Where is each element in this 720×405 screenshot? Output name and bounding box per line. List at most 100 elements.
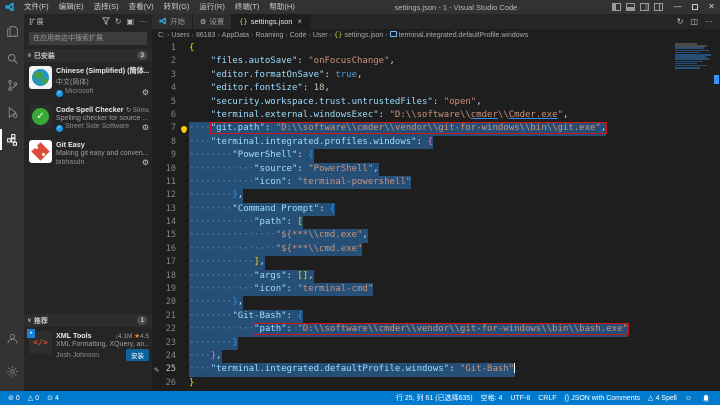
more-actions-icon[interactable]: ···: [139, 18, 147, 26]
explorer-icon[interactable]: [0, 18, 24, 45]
status-bell-icon[interactable]: [698, 391, 716, 405]
status-warning-icon[interactable]: △ 0: [24, 391, 43, 405]
more-actions-icon[interactable]: ···: [705, 17, 713, 26]
code-line[interactable]: 11 ············"icon": "terminal-powershe…: [152, 175, 720, 190]
status-info-icon[interactable]: ⊙ 4: [43, 391, 63, 405]
status-text[interactable]: 空格: 4: [477, 391, 507, 405]
code-line[interactable]: 22 ············"path": "D:\\software\\cmd…: [152, 323, 720, 337]
clear-icon[interactable]: ▣: [126, 18, 134, 26]
manage-gear-icon[interactable]: ⚙: [142, 123, 149, 132]
code-line[interactable]: 17 ············],: [152, 256, 720, 270]
overview-ruler[interactable]: [712, 41, 720, 391]
minimap[interactable]: [675, 43, 711, 69]
extension-item[interactable]: </> ★ XML Tools ↓4.1M ★4.5 XML Formatting, X…: [24, 327, 152, 365]
code-line[interactable]: 5 "security.workspace.trust.untrustedFil…: [152, 96, 720, 109]
manage-gear-icon[interactable]: ⚙: [142, 158, 149, 167]
source-control-icon[interactable]: [0, 72, 24, 99]
status-text[interactable]: UTF-8: [506, 391, 534, 405]
extensions-search-input[interactable]: [29, 32, 147, 45]
code-line[interactable]: 23 ········}: [152, 336, 720, 350]
code-line[interactable]: 15 ················"${***\\cmd.exe",: [152, 229, 720, 243]
code-area[interactable]: 1{2 "files.autoSave": "onFocusChange", 3 …: [152, 41, 720, 391]
extensions-icon[interactable]: [0, 126, 24, 153]
split-editor-icon[interactable]: ◫: [690, 17, 698, 26]
code-line[interactable]: 13 ········"Command Prompt": {: [152, 202, 720, 217]
toggle-sidebar-icon[interactable]: [612, 3, 621, 11]
tab-settings.json[interactable]: {} settings.json ×: [232, 14, 311, 29]
menu-item[interactable]: 编辑(E): [54, 0, 89, 14]
status-text[interactable]: 行 25, 列 61 (已选择635): [392, 391, 477, 405]
status-warning-icon[interactable]: △ 4 Spell: [644, 391, 681, 405]
menu-item[interactable]: 帮助(H): [264, 0, 299, 14]
account-icon[interactable]: [0, 325, 24, 352]
section-header-推荐[interactable]: ∨ 推荐 1: [24, 314, 152, 327]
status-text[interactable]: CRLF: [534, 391, 560, 405]
breadcrumb-item[interactable]: terminal.integrated.defaultProfile.windo…: [389, 31, 528, 39]
menu-item[interactable]: 终端(T): [230, 0, 265, 14]
code-line[interactable]: 20 ········},: [152, 296, 720, 310]
minimize-button[interactable]: —: [669, 0, 686, 14]
menu-item[interactable]: 转到(G): [159, 0, 195, 14]
code-line[interactable]: 10 ············"source": "PowerShell",: [152, 162, 720, 176]
code-line[interactable]: 9 ········"PowerShell": {: [152, 149, 720, 163]
token: ················: [189, 243, 276, 254]
code-line[interactable]: 4 "editor.fontSize": 18,: [152, 82, 720, 95]
toggle-secondary-sidebar-icon[interactable]: [640, 3, 649, 11]
restore-button[interactable]: [686, 0, 703, 14]
code-line[interactable]: 19 ············"icon": "terminal-cmd": [152, 283, 720, 297]
filter-icon[interactable]: [101, 17, 110, 27]
settings-gear-icon[interactable]: [0, 358, 24, 385]
extension-item[interactable]: ✓ Code Spell Checker ↻ 50ms Spelling checke…: [24, 101, 152, 136]
open-changes-icon[interactable]: ↻: [677, 17, 684, 26]
tab-开始[interactable]: 开始: [152, 14, 193, 29]
code-line[interactable]: 1{: [152, 42, 720, 55]
status-error-icon[interactable]: ⊘ 0: [4, 391, 24, 405]
toggle-panel-icon[interactable]: [626, 3, 635, 11]
token: cmder: [470, 109, 498, 120]
breadcrumb-item[interactable]: 86183: [196, 32, 215, 39]
breadcrumb-item[interactable]: Code: [290, 32, 307, 39]
breadcrumb-label: Code: [289, 31, 307, 39]
code-line[interactable]: 14 ············"path": [: [152, 216, 720, 230]
code-line[interactable]: ✎ 25 ····"terminal.integrated.defaultProfi…: [152, 363, 720, 377]
code-line[interactable]: 18 ············"args": [],: [152, 269, 720, 284]
close-tab-icon[interactable]: ×: [297, 17, 302, 26]
tab-设置[interactable]: ⚙ 设置: [193, 14, 233, 29]
extension-item[interactable]: Chinese (Simplified) (简体... 中文(简体) ✓ Micros…: [24, 62, 152, 101]
breadcrumb-item[interactable]: Users: [171, 32, 189, 39]
code-line[interactable]: 2 "files.autoSave": "onFocusChange",: [152, 55, 720, 68]
breadcrumb-item[interactable]: Roaming: [255, 32, 283, 39]
code-line[interactable]: 8 ····"terminal.integrated.profiles.windo…: [152, 135, 720, 150]
code-line[interactable]: 12 ········},: [152, 189, 720, 203]
code-line[interactable]: 21 ········"Git-Bash": {: [152, 309, 720, 324]
status-braces-icon[interactable]: {} JSON with Comments: [561, 391, 645, 405]
refresh-icon[interactable]: ↻: [115, 18, 122, 26]
breadcrumb-item[interactable]: {} settings.json: [334, 31, 383, 39]
code-line[interactable]: 7 ····"git.path": "D:\\software\\cmder\\v…: [152, 122, 720, 136]
breadcrumb-item[interactable]: AppData: [222, 32, 249, 39]
menu-item[interactable]: 运行(R): [194, 0, 229, 14]
code-line[interactable]: 24 ····},: [152, 349, 720, 364]
close-button[interactable]: ✕: [703, 0, 720, 14]
manage-gear-icon[interactable]: ⚙: [142, 88, 149, 97]
section-header-已安装[interactable]: ∨ 已安装 3: [24, 49, 152, 62]
code-line[interactable]: 3 "editor.formatOnSave": true,: [152, 69, 720, 82]
menu-item[interactable]: 查看(V): [124, 0, 159, 14]
code-line[interactable]: 6 "terminal.external.windowsExec": "D:\\…: [152, 109, 720, 122]
lightbulb-icon[interactable]: [181, 126, 187, 133]
code-line[interactable]: 16 ················"${***\\cmd.exe": [152, 242, 720, 257]
line-content: ············"path": "D:\\software\\cmder…: [189, 323, 629, 337]
breadcrumb-item[interactable]: User: [313, 32, 328, 39]
code-line[interactable]: 26}: [152, 377, 720, 390]
extension-item[interactable]: Git Easy Making git easy and conven... bib…: [24, 136, 152, 171]
menu-item[interactable]: 文件(F): [19, 0, 54, 14]
customize-layout-icon[interactable]: [654, 3, 663, 11]
install-button[interactable]: 安装: [126, 349, 149, 361]
lightbulb-icon[interactable]: [179, 122, 189, 135]
run-debug-icon[interactable]: [0, 99, 24, 126]
menu-item[interactable]: 选择(S): [89, 0, 124, 14]
breadcrumb-item[interactable]: C:: [158, 32, 165, 39]
status-feedback-icon[interactable]: ☺: [681, 391, 698, 405]
search-icon[interactable]: [0, 45, 24, 72]
pencil-icon[interactable]: ✎: [152, 363, 161, 376]
